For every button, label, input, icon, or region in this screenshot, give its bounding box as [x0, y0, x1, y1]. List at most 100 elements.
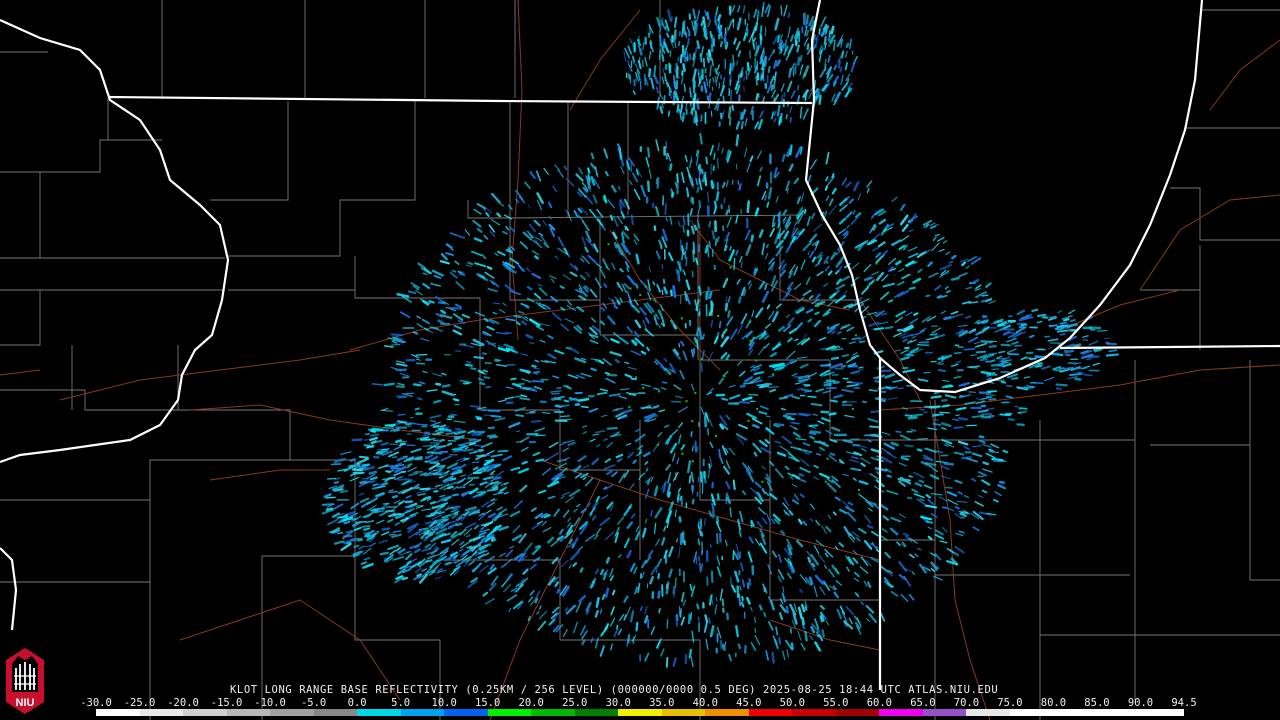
- echo-streak: [442, 429, 453, 433]
- scale-label: 5.0: [391, 697, 411, 709]
- echo-streak: [438, 484, 444, 487]
- echo-cell: [653, 298, 656, 301]
- echo-streak: [728, 62, 732, 75]
- echo-streak: [705, 156, 709, 165]
- echo-streak: [715, 226, 718, 232]
- echo-cell: [635, 376, 638, 379]
- echo-streak: [476, 417, 483, 421]
- echo-streak: [988, 448, 994, 453]
- echo-streak: [326, 477, 337, 480]
- echo-streak: [472, 510, 480, 514]
- echo-streak: [459, 273, 466, 276]
- echo-streak: [433, 490, 439, 493]
- echo-streak: [425, 514, 436, 518]
- echo-streak: [668, 163, 673, 171]
- echo-streak: [773, 78, 776, 90]
- echo-streak: [689, 160, 692, 169]
- echo-cell: [717, 315, 720, 317]
- echo-streak: [923, 371, 931, 374]
- echo-streak: [869, 425, 880, 429]
- echo-streak: [696, 186, 700, 194]
- scale-segment: [618, 709, 662, 716]
- echo-streak: [1058, 367, 1066, 370]
- echo-streak: [493, 476, 502, 481]
- echo-streak: [998, 480, 1006, 484]
- echo-streak: [353, 544, 360, 549]
- echo-streak: [473, 449, 484, 453]
- echo-streak: [1034, 355, 1043, 359]
- echo-streak: [739, 111, 742, 120]
- echo-streak: [529, 342, 535, 344]
- echo-streak: [397, 478, 411, 481]
- echo-streak: [700, 168, 704, 175]
- echo-streak: [585, 608, 590, 615]
- echo-streak: [827, 35, 832, 42]
- echo-streak: [647, 146, 651, 158]
- echo-streak: [401, 576, 409, 581]
- echo-cell: [854, 334, 857, 337]
- echo-streak: [970, 354, 977, 357]
- echo-streak: [430, 419, 437, 423]
- echo-streak: [325, 496, 336, 499]
- echo-streak: [657, 309, 662, 316]
- echo-streak: [696, 40, 701, 50]
- echo-streak: [814, 79, 816, 88]
- echo-streak: [800, 388, 813, 392]
- echo-streak: [1049, 315, 1057, 319]
- echo-streak: [761, 59, 765, 71]
- echo-streak: [412, 331, 419, 335]
- echo-streak: [431, 527, 439, 532]
- echo-streak: [441, 499, 448, 502]
- echo-streak: [719, 639, 723, 650]
- echo-streak: [797, 56, 801, 66]
- echo-streak: [740, 601, 745, 608]
- echo-streak: [707, 427, 710, 436]
- echo-streak: [702, 16, 707, 29]
- scale-segment: [270, 709, 314, 716]
- scale-label: 40.0: [692, 697, 718, 709]
- echo-streak: [673, 80, 678, 90]
- echo-streak: [716, 532, 719, 545]
- echo-streak: [474, 444, 487, 447]
- echo-streak: [711, 86, 714, 91]
- echo-streak: [729, 507, 732, 518]
- echo-streak: [807, 556, 812, 563]
- echo-streak: [696, 97, 700, 111]
- echo-streak: [521, 460, 528, 465]
- echo-streak: [615, 407, 624, 411]
- echo-streak: [925, 338, 931, 341]
- echo-streak: [730, 577, 732, 586]
- echo-streak: [879, 369, 892, 373]
- echo-streak: [708, 510, 713, 518]
- echo-streak: [799, 110, 802, 119]
- echo-streak: [707, 57, 710, 63]
- echo-cell: [826, 326, 829, 329]
- echo-streak: [792, 66, 795, 77]
- echo-streak: [873, 327, 885, 331]
- echo-streak: [595, 597, 600, 608]
- echo-streak: [1017, 411, 1027, 414]
- echo-streak: [841, 50, 845, 59]
- echo-streak: [499, 488, 505, 492]
- echo-streak: [516, 385, 523, 388]
- echo-streak: [745, 23, 749, 31]
- logo-text: NIU: [16, 697, 35, 709]
- echo-cell: [694, 392, 697, 394]
- echo-streak: [704, 29, 708, 35]
- echo-streak: [841, 354, 850, 358]
- echo-streak: [618, 199, 623, 213]
- echo-streak: [1010, 320, 1017, 324]
- echo-streak: [648, 25, 652, 35]
- echo-streak: [566, 386, 572, 390]
- echo-streak: [479, 381, 486, 386]
- echo-streak: [429, 500, 437, 505]
- echo-streak: [513, 314, 522, 319]
- echo-streak: [368, 470, 378, 475]
- echo-streak: [859, 340, 866, 343]
- echo-streak: [819, 615, 824, 623]
- echo-streak: [716, 236, 720, 243]
- echo-streak: [800, 106, 803, 112]
- echo-streak: [897, 387, 904, 390]
- echo-streak: [658, 608, 661, 614]
- echo-streak: [635, 283, 639, 289]
